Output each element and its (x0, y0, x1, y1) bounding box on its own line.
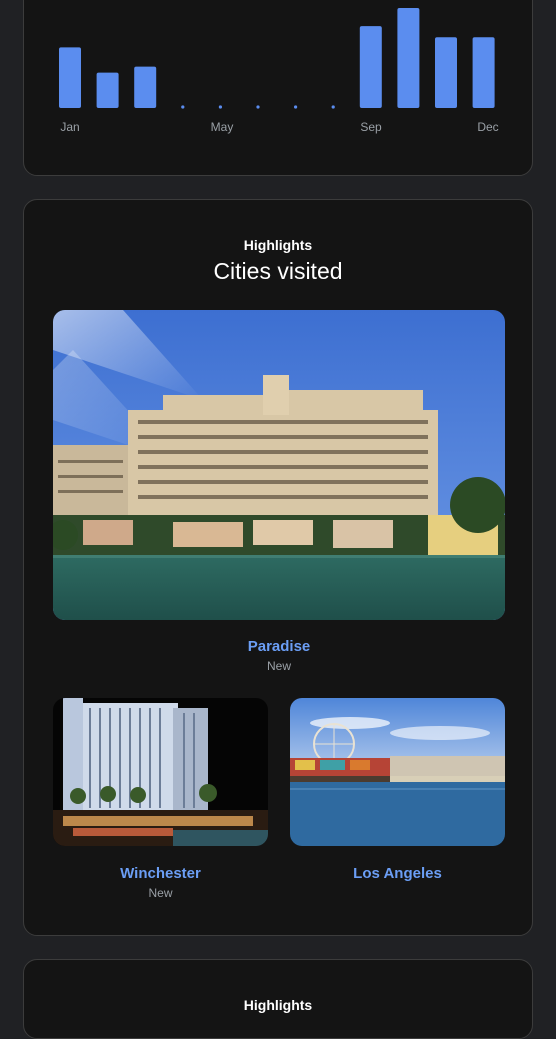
city-photo-winchester[interactable] (53, 698, 268, 846)
bar-dec (472, 37, 495, 108)
city-name-los-angeles[interactable]: Los Angeles (290, 865, 505, 882)
bar-oct (397, 8, 420, 108)
tick-label-may: May (210, 120, 234, 134)
bar-mar (134, 66, 157, 108)
bar-apr (181, 105, 185, 109)
paradise-image (53, 310, 505, 620)
bar-jul (294, 105, 298, 109)
tick-label-jan: Jan (60, 120, 80, 134)
city-photo-los-angeles[interactable] (290, 698, 505, 846)
bar-sep (359, 26, 382, 108)
bar-feb (96, 72, 119, 108)
bar-jun (256, 105, 260, 109)
card-kicker: Highlights (243, 237, 313, 253)
city-photo-paradise[interactable] (53, 310, 505, 620)
city-subtitle-winchester: New (148, 886, 173, 900)
card-title: Cities visited (213, 258, 343, 284)
monthly-chart-card: Jan May Sep Dec (23, 0, 533, 176)
los-angeles-image (290, 698, 505, 846)
tick-label-dec: Dec (477, 120, 499, 134)
next-highlights-card: Highlights (23, 959, 533, 1039)
city-subtitle-paradise: New (266, 659, 291, 673)
tick-label-sep: Sep (360, 120, 382, 134)
cities-visited-card: Highlights Cities visited Paradise New W… (23, 199, 533, 936)
card-kicker: Highlights (243, 997, 313, 1013)
winchester-image (53, 698, 268, 846)
city-name-winchester[interactable]: Winchester (53, 865, 268, 882)
bar-nov (435, 37, 457, 108)
bar-jan (59, 47, 81, 108)
monthly-bar-chart (59, 8, 495, 109)
bar-may (218, 105, 222, 109)
city-name-paradise[interactable]: Paradise (53, 638, 505, 655)
bar-aug (331, 105, 335, 109)
